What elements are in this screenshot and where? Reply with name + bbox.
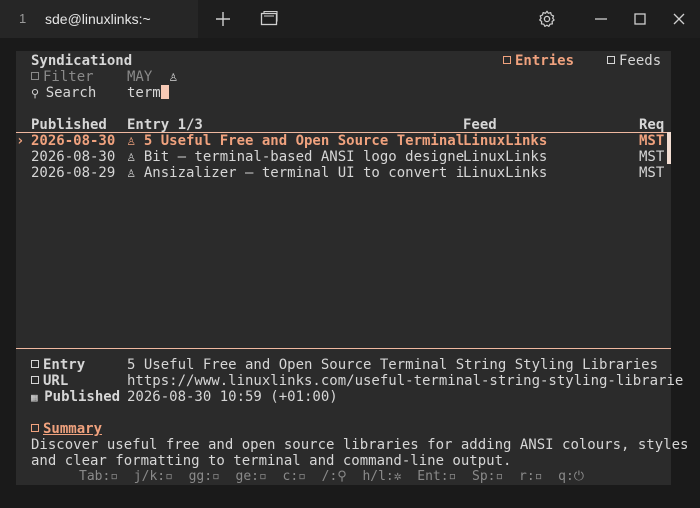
detail-url-label: URL (31, 373, 68, 389)
selected-row-marker: › (16, 133, 25, 149)
tab-title: sde@linuxlinks:~ (45, 11, 151, 27)
tab-number: 1 (19, 11, 27, 26)
detail-entry-label: Entry (31, 357, 85, 373)
minimize-icon[interactable] (591, 9, 611, 29)
detail-published-value: 2026-08-30 10:59 (+01:00) (127, 389, 338, 405)
filter-value[interactable]: MAY ♙ (127, 69, 178, 85)
tab-entries[interactable]: Entries (503, 53, 574, 69)
summary-line: Discover useful free and open source lib… (31, 437, 689, 453)
filter-icon (31, 72, 39, 80)
entry-icon (31, 360, 39, 368)
close-icon[interactable] (669, 9, 689, 29)
terminal-tab[interactable]: 1 sde@linuxlinks:~ (0, 0, 198, 38)
tab-feeds[interactable]: Feeds (607, 53, 661, 69)
text-cursor (160, 85, 169, 99)
entries-tab-icon (503, 56, 511, 64)
column-published[interactable]: Published (31, 117, 107, 133)
url-icon (31, 376, 39, 384)
search-icon: ⚲ (31, 87, 46, 100)
new-tab-icon[interactable] (213, 9, 233, 29)
search-label: Search (45, 85, 97, 101)
detail-entry-value: 5 Useful Free and Open Source Terminal S… (127, 357, 659, 373)
search-row[interactable]: ⚲ Search (31, 85, 96, 101)
column-req[interactable]: Req (639, 117, 664, 133)
calendar-icon: ▦ (31, 391, 45, 404)
summary-icon (31, 424, 39, 432)
column-feed[interactable]: Feed (463, 117, 497, 133)
pawn-icon: ♙ (169, 69, 178, 85)
detail-url-link[interactable]: https://www.linuxlinks.com/useful-termin… (127, 373, 683, 389)
summary-heading: Summary (31, 421, 102, 437)
tab-overview-icon[interactable] (259, 9, 279, 29)
filter-row[interactable]: Filter (31, 69, 94, 85)
scrollbar-thumb[interactable] (667, 132, 671, 164)
summary-line: and clear formatting to terminal and com… (31, 453, 512, 469)
window-titlebar: 1 sde@linuxlinks:~ (0, 0, 700, 38)
filter-label: Filter (43, 69, 94, 85)
maximize-icon[interactable] (630, 9, 650, 29)
search-input[interactable]: term (127, 85, 169, 101)
detail-divider (16, 348, 671, 349)
gear-icon[interactable] (537, 9, 557, 29)
terminal-area[interactable]: Syndicationd Entries Feeds Filter MAY ♙ … (16, 51, 688, 485)
detail-published-label: ▦ Published (31, 389, 121, 405)
column-entry[interactable]: Entry 1/3 (127, 117, 203, 133)
app-title: Syndicationd (31, 53, 133, 69)
keybind-help-bar: Tab:▫ j/k:▫ gg:▫ ge:▫ c:▫ /:⚲ h/l:✲ Ent:… (79, 469, 585, 484)
feeds-tab-icon (607, 56, 615, 64)
